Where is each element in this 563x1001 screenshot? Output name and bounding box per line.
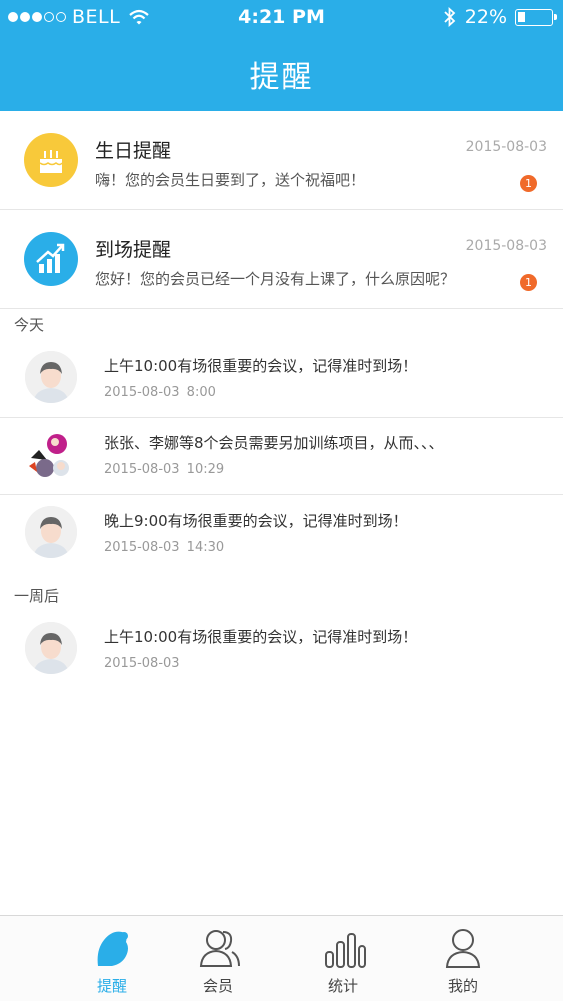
attendance-reminder-card[interactable]: 到场提醒 您好！您的会员已经一个月没有上课了，什么原因呢？ 2015-08-03… bbox=[0, 210, 563, 309]
reminder-description: 嗨！您的会员生日要到了，送个祝福吧！ bbox=[95, 171, 366, 189]
tab-label: 统计 bbox=[327, 977, 358, 995]
profile-icon bbox=[445, 929, 481, 968]
birthday-cake-icon bbox=[24, 133, 78, 187]
notice-time: 2015-08-03 bbox=[104, 656, 180, 671]
notice-item[interactable]: 晚上9:00有场很重要的会议，记得准时到场！ 2015-08-03 14:30 bbox=[0, 496, 563, 572]
tab-label: 我的 bbox=[447, 977, 478, 995]
notice-time: 2015-08-03 8:00 bbox=[104, 385, 216, 400]
notice-item[interactable]: 张张、李娜等8个会员需要另加训练项目，从而、、、 2015-08-03 10:2… bbox=[0, 418, 563, 495]
status-bar: BELL 4:21 PM 22% bbox=[0, 0, 563, 34]
tab-members[interactable]: 会员 bbox=[173, 916, 263, 1001]
section-header-today: 今天 bbox=[14, 316, 45, 334]
battery-percent: 22% bbox=[464, 6, 507, 28]
unread-badge: 1 bbox=[520, 274, 537, 291]
avatar bbox=[25, 351, 77, 403]
unread-badge: 1 bbox=[520, 175, 537, 192]
avatar bbox=[25, 506, 77, 558]
header-bar: BELL 4:21 PM 22% 提醒 bbox=[0, 0, 563, 111]
reminder-icon bbox=[97, 931, 128, 966]
notice-text: 晚上9:00有场很重要的会议，记得准时到场！ bbox=[104, 512, 408, 530]
section-header-one-week-later: 一周后 bbox=[14, 587, 60, 605]
tab-statistics[interactable]: 统计 bbox=[298, 916, 388, 1001]
tab-label: 提醒 bbox=[96, 977, 127, 995]
notice-text: 上午10:00有场很重要的会议，记得准时到场！ bbox=[104, 628, 418, 646]
tab-label: 会员 bbox=[202, 977, 233, 995]
reminder-date: 2015-08-03 bbox=[465, 238, 547, 254]
tab-reminders[interactable]: 提醒 bbox=[67, 916, 157, 1001]
statistics-icon bbox=[325, 933, 366, 968]
battery-icon bbox=[515, 8, 557, 26]
reminder-title: 生日提醒 bbox=[95, 140, 172, 162]
reminder-description: 您好！您的会员已经一个月没有上课了，什么原因呢？ bbox=[95, 270, 456, 288]
reminder-title: 到场提醒 bbox=[95, 239, 172, 261]
birthday-reminder-card[interactable]: 生日提醒 嗨！您的会员生日要到了，送个祝福吧！ 2015-08-03 1 bbox=[0, 111, 563, 210]
notice-item[interactable]: 上午10:00有场很重要的会议，记得准时到场！ 2015-08-03 bbox=[0, 612, 563, 688]
members-icon bbox=[199, 930, 240, 967]
notice-time: 2015-08-03 10:29 bbox=[104, 462, 225, 477]
notice-time: 2015-08-03 14:30 bbox=[104, 540, 225, 555]
notice-text: 上午10:00有场很重要的会议，记得准时到场！ bbox=[104, 357, 418, 375]
attendance-chart-icon bbox=[24, 232, 78, 286]
tab-bar: 提醒 会员 统计 我的 bbox=[0, 915, 563, 1001]
page-title: 提醒 bbox=[249, 60, 314, 95]
bluetooth-icon bbox=[444, 7, 456, 27]
group-avatar bbox=[25, 428, 77, 480]
notice-text: 张张、李娜等8个会员需要另加训练项目，从而、、、 bbox=[104, 434, 444, 452]
tab-profile[interactable]: 我的 bbox=[418, 916, 508, 1001]
notice-item[interactable]: 上午10:00有场很重要的会议，记得准时到场！ 2015-08-03 8:00 bbox=[0, 341, 563, 418]
avatar bbox=[25, 622, 77, 674]
reminder-date: 2015-08-03 bbox=[465, 139, 547, 155]
